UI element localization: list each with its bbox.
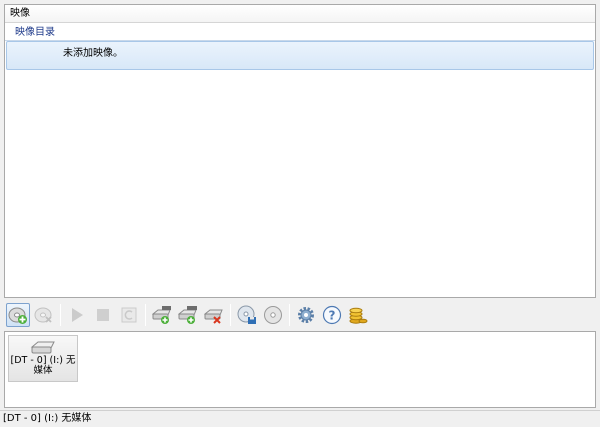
toolbar-separator bbox=[230, 304, 231, 326]
drive-icon bbox=[30, 341, 55, 354]
settings-button[interactable] bbox=[294, 303, 318, 327]
burn-disc-button[interactable] bbox=[261, 303, 285, 327]
virtual-drive-panel[interactable]: [DT - 0] (I:) 无媒体 bbox=[4, 331, 596, 408]
settings-gear-icon bbox=[298, 307, 314, 323]
stop-icon bbox=[97, 309, 109, 321]
status-bar: [DT - 0] (I:) 无媒体 bbox=[0, 410, 600, 427]
remove-image-icon bbox=[34, 307, 52, 323]
main-toolbar: ? bbox=[4, 300, 596, 330]
stop-button[interactable] bbox=[91, 303, 115, 327]
burn-disc-icon bbox=[264, 306, 282, 324]
toolbar-separator bbox=[145, 304, 146, 326]
remove-drive-button[interactable] bbox=[202, 303, 226, 327]
add-scsi-drive-button[interactable] bbox=[176, 303, 200, 327]
image-catalog-group[interactable]: 映像目录 bbox=[5, 25, 595, 41]
add-image-button[interactable] bbox=[6, 303, 30, 327]
add-dt-drive-icon bbox=[152, 306, 171, 324]
virtual-drive-label: [DT - 0] (I:) 无媒体 bbox=[10, 355, 76, 376]
help-button[interactable]: ? bbox=[320, 303, 344, 327]
purchase-button[interactable] bbox=[346, 303, 370, 327]
play-button[interactable] bbox=[65, 303, 89, 327]
toolbar-separator bbox=[289, 304, 290, 326]
coins-icon bbox=[349, 307, 368, 324]
status-text: [DT - 0] (I:) 无媒体 bbox=[3, 413, 92, 424]
add-image-icon bbox=[8, 307, 27, 324]
remove-image-button[interactable] bbox=[32, 303, 56, 327]
play-icon bbox=[72, 308, 83, 322]
make-image-button[interactable] bbox=[235, 303, 259, 327]
make-image-icon bbox=[237, 305, 256, 324]
virtual-drive-tile[interactable]: [DT - 0] (I:) 无媒体 bbox=[8, 335, 78, 382]
add-scsi-drive-icon bbox=[178, 306, 197, 324]
help-glyph: ? bbox=[329, 309, 336, 323]
toolbar-separator bbox=[60, 304, 61, 326]
help-icon: ? bbox=[322, 305, 342, 325]
image-catalog-panel[interactable]: 映像 映像目录 未添加映像。 bbox=[4, 4, 596, 298]
add-dt-drive-button[interactable] bbox=[150, 303, 174, 327]
empty-image-list-row[interactable]: 未添加映像。 bbox=[6, 41, 594, 70]
refresh-icon bbox=[121, 307, 137, 323]
remove-drive-icon bbox=[204, 309, 223, 324]
refresh-button[interactable] bbox=[117, 303, 141, 327]
empty-message: 未添加映像。 bbox=[63, 48, 123, 59]
image-column-header[interactable]: 映像 bbox=[5, 5, 595, 23]
